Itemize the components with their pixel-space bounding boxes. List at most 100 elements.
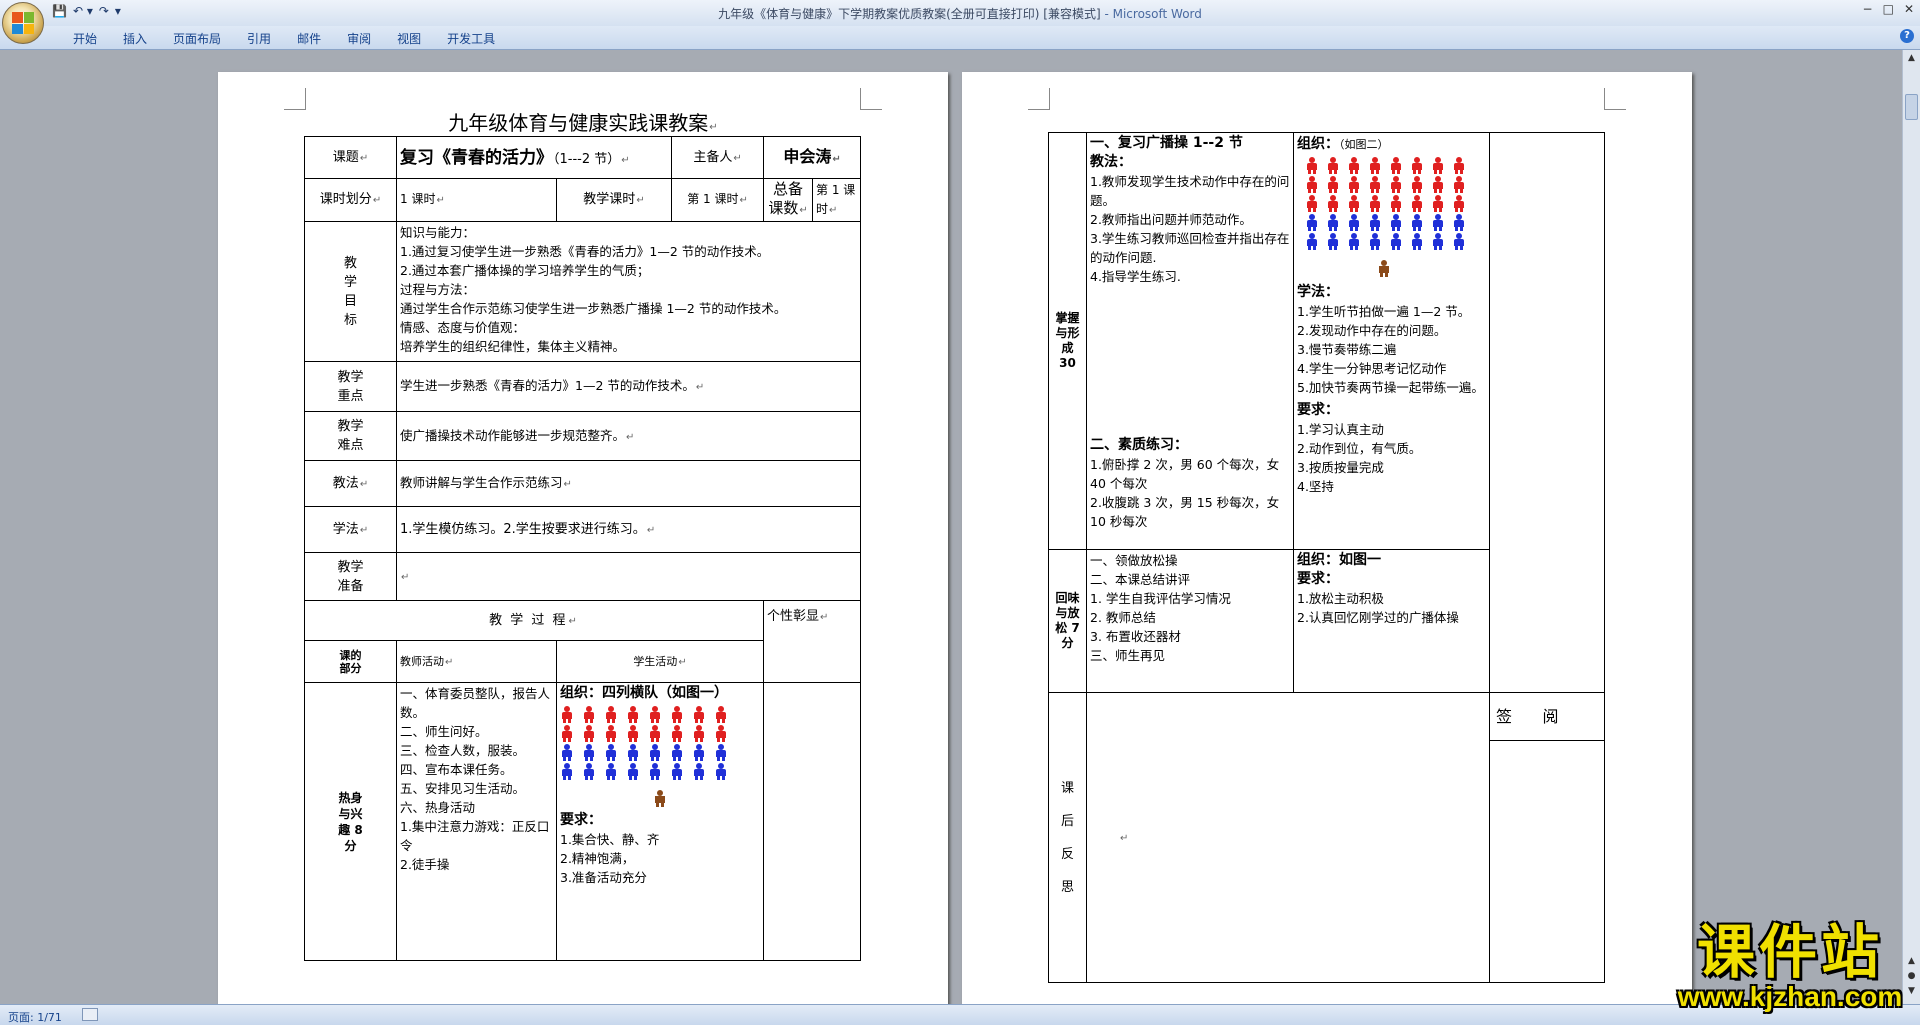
label-warmup: 热身 与兴 趣 8 分	[304, 682, 397, 961]
process-header: 教 学 过 程↵	[303, 600, 765, 641]
scroll-thumb[interactable]	[1905, 94, 1918, 120]
label-key-point: 教学 重点	[304, 361, 397, 412]
label-topic: 课题↵	[304, 136, 397, 179]
personal-column	[1489, 132, 1605, 693]
formation-diagram-2	[1305, 157, 1486, 250]
student-figure-icon	[560, 725, 574, 742]
student-figure-icon	[582, 706, 596, 723]
student-figure-icon	[626, 744, 640, 761]
student-figure-icon	[1389, 157, 1403, 174]
sign-cell: 签 阅	[1489, 692, 1605, 983]
tab-view[interactable]: 视图	[384, 30, 434, 48]
student-figure-icon	[582, 725, 596, 742]
topic-value: 复习《青春的活力》（1---2 节）↵	[395, 136, 673, 179]
crop-mark	[1028, 88, 1050, 110]
student-figure-icon	[560, 763, 574, 780]
office-button[interactable]	[2, 2, 44, 44]
student-figure-icon	[692, 725, 706, 742]
help-icon[interactable]: ?	[1900, 29, 1914, 43]
maximize-button[interactable]: □	[1883, 2, 1894, 16]
student-figure-icon	[604, 725, 618, 742]
col-part: 课的 部分	[304, 640, 397, 683]
student-figure-icon	[560, 706, 574, 723]
mastery-student: 组织：（如图二） 学法： 1.学生听节拍做一遍 1—2 节。 2.发现动作中存在…	[1293, 132, 1490, 550]
student-figure-icon	[1305, 233, 1319, 250]
student-figure-icon	[714, 706, 728, 723]
personal-header: 个性彰显↵	[763, 600, 862, 683]
label-period: 课时划分↵	[304, 178, 397, 222]
document-area[interactable]: 九年级体育与健康实践课教案↵ 课题↵ 复习《青春的活力》（1---2 节）↵ 主…	[0, 50, 1902, 1004]
label-mastery: 掌握 与形 成 30	[1048, 132, 1087, 550]
student-figure-icon	[1326, 157, 1340, 174]
objectives-content: 知识与能力： 1.通过复习使学生进一步熟悉《青春的活力》1—2 节的动作技术。 …	[395, 221, 862, 362]
student-figure-icon	[1452, 214, 1466, 231]
student-figure-icon	[626, 706, 640, 723]
student-figure-icon	[692, 706, 706, 723]
proofing-icon[interactable]	[82, 1008, 98, 1021]
sign-label: 签 阅	[1490, 693, 1604, 741]
tab-references[interactable]: 引用	[234, 30, 284, 48]
formation-diagram-1	[560, 706, 760, 780]
student-figure-icon	[1305, 214, 1319, 231]
student-figure-icon	[1431, 214, 1445, 231]
total-lessons-value: 第 1 课时↵	[812, 178, 862, 222]
minimize-button[interactable]: −	[1863, 2, 1873, 16]
page-1: 九年级体育与健康实践课教案↵ 课题↵ 复习《青春的活力》（1---2 节）↵ 主…	[218, 72, 948, 1004]
relax-student: 组织：如图一 要求： 1.放松主动积极 2.认真回忆刚学过的广播体操	[1293, 549, 1490, 693]
student-figure-icon	[1305, 157, 1319, 174]
student-figure-icon	[1389, 176, 1403, 193]
page-2: 掌握 与形 成 30 一、复习广播操 1--2 节 教法： 1.教师发现学生技术…	[962, 72, 1692, 1004]
tab-mailings[interactable]: 邮件	[284, 30, 334, 48]
label-objectives: 教 学 目 标	[304, 221, 397, 362]
student-figure-icon	[1326, 233, 1340, 250]
student-figure-icon	[1347, 233, 1361, 250]
student-figure-icon	[560, 744, 574, 761]
tab-developer[interactable]: 开发工具	[434, 30, 508, 48]
col-teacher: 教师活动↵	[396, 640, 557, 683]
student-figure-icon	[1431, 233, 1445, 250]
student-figure-icon	[1305, 195, 1319, 212]
label-teaching-hours: 教学课时↵	[555, 178, 673, 222]
study-value: 1.学生模仿练习。2.学生按要求进行练习。↵	[395, 506, 862, 553]
tab-page-layout[interactable]: 页面布局	[160, 30, 234, 48]
student-figure-icon	[1368, 214, 1382, 231]
label-author: 主备人↵	[671, 136, 765, 179]
tab-home[interactable]: 开始	[60, 30, 110, 48]
key-point-value: 学生进一步熟悉《青春的活力》1—2 节的动作技术。↵	[395, 361, 862, 412]
label-reflection: 课 后 反 思	[1048, 692, 1087, 983]
office-logo-icon	[12, 12, 34, 34]
ribbon: 开始 插入 页面布局 引用 邮件 审阅 视图 开发工具 ?	[0, 26, 1920, 50]
student-figure-icon	[582, 763, 596, 780]
label-study: 学法↵	[304, 506, 397, 553]
window-title: 九年级《体育与健康》下学期教案优质教案(全册可直接打印) [兼容模式] - Mi…	[718, 7, 1202, 21]
tab-review[interactable]: 审阅	[334, 30, 384, 48]
student-figure-icon	[626, 763, 640, 780]
student-figure-icon	[1347, 157, 1361, 174]
label-difficulty: 教学 难点	[304, 411, 397, 461]
vertical-scrollbar[interactable]: ▲ ▲ ● ▼	[1902, 50, 1920, 1004]
student-figure-icon	[1389, 214, 1403, 231]
method-value: 教师讲解与学生合作示范练习↵	[395, 460, 862, 507]
reflection-content: ↵	[1086, 692, 1490, 983]
crop-mark	[860, 88, 882, 110]
crop-mark	[1604, 88, 1626, 110]
preparation-value: ↵	[395, 552, 862, 601]
difficulty-value: 使广播操技术动作能够进一步规范整齐。↵	[395, 411, 862, 461]
kjzhan-watermark-logo: 课件站 www.kjzhan.com	[1677, 918, 1903, 1012]
student-figure-icon	[1305, 176, 1319, 193]
student-figure-icon	[1452, 233, 1466, 250]
student-figure-icon	[1410, 214, 1424, 231]
page-indicator[interactable]: 页面: 1/71	[8, 1009, 62, 1025]
student-figure-icon	[670, 706, 684, 723]
student-figure-icon	[1326, 176, 1340, 193]
student-figure-icon	[604, 744, 618, 761]
tab-insert[interactable]: 插入	[110, 30, 160, 48]
title-bar: 💾 ↶ ▾ ↷ ▾ 九年级《体育与健康》下学期教案优质教案(全册可直接打印) […	[0, 0, 1920, 26]
student-figure-icon	[648, 763, 662, 780]
student-figure-icon	[1410, 195, 1424, 212]
scroll-up-icon[interactable]: ▲	[1905, 52, 1918, 65]
col-student: 学生活动↵	[555, 640, 765, 683]
student-figure-icon	[1368, 233, 1382, 250]
student-figure-icon	[1347, 176, 1361, 193]
close-button[interactable]: ✕	[1904, 2, 1914, 16]
